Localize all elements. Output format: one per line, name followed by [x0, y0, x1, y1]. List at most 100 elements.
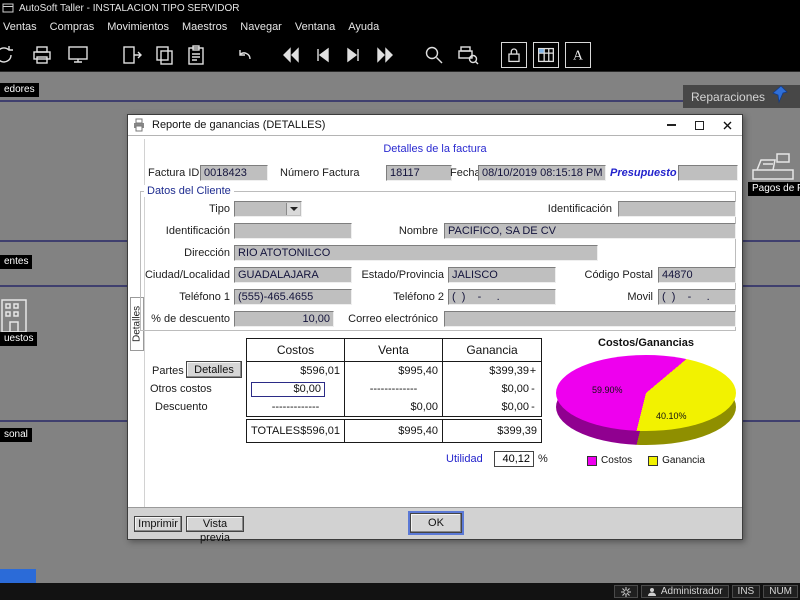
tel2-field[interactable]: ( ) - .: [448, 289, 556, 305]
shortcut-personal[interactable]: sonal: [0, 428, 32, 442]
text-format-icon[interactable]: A: [565, 41, 591, 68]
search-icon[interactable]: [421, 42, 447, 68]
ok-button[interactable]: OK: [410, 513, 462, 533]
client-section-label: Datos del Cliente: [144, 185, 234, 197]
menu-navegar[interactable]: Navegar: [240, 21, 282, 33]
otros-ganancia: $0,00 -: [443, 380, 541, 398]
direccion-label: Dirección: [184, 247, 230, 259]
table-row-otros: $0,00 ------------- $0,00 -: [247, 380, 541, 398]
otros-costos-cell: $0,00: [247, 380, 345, 398]
otros-ganancia-value: $0,00: [501, 383, 529, 395]
print-preview-icon[interactable]: [455, 42, 481, 68]
pie-chart-title: Costos/Ganancias: [598, 337, 694, 349]
shortcut-clientes[interactable]: entes: [0, 255, 33, 269]
minimize-button[interactable]: [660, 117, 682, 134]
partes-ganancia-value: $399,39: [489, 365, 529, 377]
tipo-label: Tipo: [209, 203, 230, 215]
partes-costos: $596,01: [247, 362, 345, 380]
legend-ganancia: Ganancia: [648, 455, 705, 466]
shortcut-pagos[interactable]: Pagos de P: [748, 182, 800, 196]
menu-ventana[interactable]: Ventana: [295, 21, 335, 33]
descuento-label: % de descuento: [151, 313, 230, 325]
movil-field[interactable]: ( ) - .: [658, 289, 736, 305]
tel1-label: Teléfono 1: [179, 291, 230, 303]
pushpin-icon[interactable]: [772, 84, 788, 109]
presupuesto-label: Presupuesto: [610, 167, 677, 179]
movil-label: Movil: [627, 291, 653, 303]
col-ganancia: Ganancia: [466, 343, 518, 357]
nav-prev-icon[interactable]: [309, 42, 335, 68]
otros-costos-input[interactable]: $0,00: [251, 381, 325, 397]
monitor-icon[interactable]: [65, 42, 91, 68]
nav-next-icon[interactable]: [341, 42, 367, 68]
shortcut-proveedores[interactable]: edores: [0, 83, 39, 97]
reporte-ganancias-dialog: Reporte de ganancias (DETALLES) Detalles…: [127, 114, 744, 544]
cp-field[interactable]: 44870: [658, 267, 736, 283]
estado-field[interactable]: JALISCO: [448, 267, 556, 283]
nav-first-icon[interactable]: [277, 42, 303, 68]
user-name: Administrador: [660, 586, 723, 597]
menu-ayuda[interactable]: Ayuda: [348, 21, 379, 33]
close-button[interactable]: [716, 117, 738, 134]
direccion-field[interactable]: RIO ATOTONILCO: [234, 245, 598, 261]
ganancia-swatch: [648, 455, 659, 466]
descuento-field[interactable]: 10,00: [234, 311, 334, 327]
correo-field[interactable]: [444, 311, 736, 327]
pie-slices: [556, 355, 736, 431]
fecha-field[interactable]: 08/10/2019 08:15:18 PM: [478, 165, 606, 181]
utilidad-label: Utilidad: [446, 453, 483, 465]
factura-id-field[interactable]: 0018423: [200, 165, 268, 181]
otros-sign: -: [531, 383, 535, 395]
nav-last-icon[interactable]: [373, 42, 399, 68]
cash-register-icon[interactable]: [750, 146, 796, 187]
costos-swatch: [587, 455, 598, 466]
pie-chart: Costos/Ganancias 59.90% 40.10% Costos Ga…: [548, 335, 744, 483]
maximize-button[interactable]: [688, 117, 710, 134]
tipo-dropdown[interactable]: MORAL: [234, 201, 302, 217]
ciudad-field[interactable]: GUADALAJARA: [234, 267, 352, 283]
dialog-titlebar[interactable]: Reporte de ganancias (DETALLES): [128, 115, 742, 136]
paste-icon[interactable]: [183, 42, 209, 68]
invoice-details-header: Detalles de la factura: [383, 143, 487, 155]
menu-movimientos[interactable]: Movimientos: [107, 21, 169, 33]
menu-maestros[interactable]: Maestros: [182, 21, 227, 33]
identificacion-label: Identificación: [165, 225, 230, 237]
maximize-icon: [694, 120, 704, 130]
tel1-field[interactable]: (555)-465.4655: [234, 289, 352, 305]
shortcut-presupuestos[interactable]: uestos: [0, 332, 38, 346]
pie-label-costos: 59.90%: [592, 385, 623, 395]
refresh-icon[interactable]: [0, 42, 17, 68]
screen: AutoSoft Taller - INSTALACION TIPO SERVI…: [0, 0, 800, 600]
desktop-divider: [0, 100, 800, 102]
report-icon: [134, 118, 144, 132]
settings-segment[interactable]: [613, 585, 638, 598]
menu-ventas[interactable]: Ventas: [3, 21, 37, 33]
num-indicator: NUM: [763, 585, 798, 598]
taskbar-fragment: [0, 569, 36, 583]
undo-icon[interactable]: [231, 42, 257, 68]
nombre-field[interactable]: PACIFICO, SA DE CV: [444, 223, 736, 239]
print-icon[interactable]: [29, 42, 55, 68]
detalles-button[interactable]: Detalles: [186, 361, 242, 378]
presupuesto-field[interactable]: [678, 165, 738, 181]
identificacion2-field[interactable]: [618, 201, 736, 217]
export-icon[interactable]: [119, 42, 145, 68]
identificacion-field[interactable]: [234, 223, 352, 239]
correo-label: Correo electrónico: [348, 313, 438, 325]
numero-factura-label: Número Factura: [280, 167, 360, 179]
descuento-ganancia: $0,00 -: [443, 398, 541, 416]
chevron-down-icon[interactable]: [286, 203, 300, 215]
user-segment[interactable]: Administrador: [640, 585, 729, 598]
grid-icon[interactable]: [533, 41, 559, 68]
vista-previa-button[interactable]: Vista previa: [186, 516, 244, 544]
numero-factura-field[interactable]: 18117: [386, 165, 452, 181]
app-icon: [2, 3, 14, 13]
imprimir-button[interactable]: Imprimir: [134, 516, 182, 532]
partes-venta: $995,40: [345, 362, 443, 380]
totals-venta: $995,40: [345, 420, 443, 442]
ciudad-label: Ciudad/Localidad: [144, 269, 230, 281]
utilidad-value[interactable]: 40,12: [494, 451, 534, 467]
lock-icon[interactable]: [501, 41, 527, 68]
menu-compras[interactable]: Compras: [50, 21, 95, 33]
copy-icon[interactable]: [151, 42, 177, 68]
